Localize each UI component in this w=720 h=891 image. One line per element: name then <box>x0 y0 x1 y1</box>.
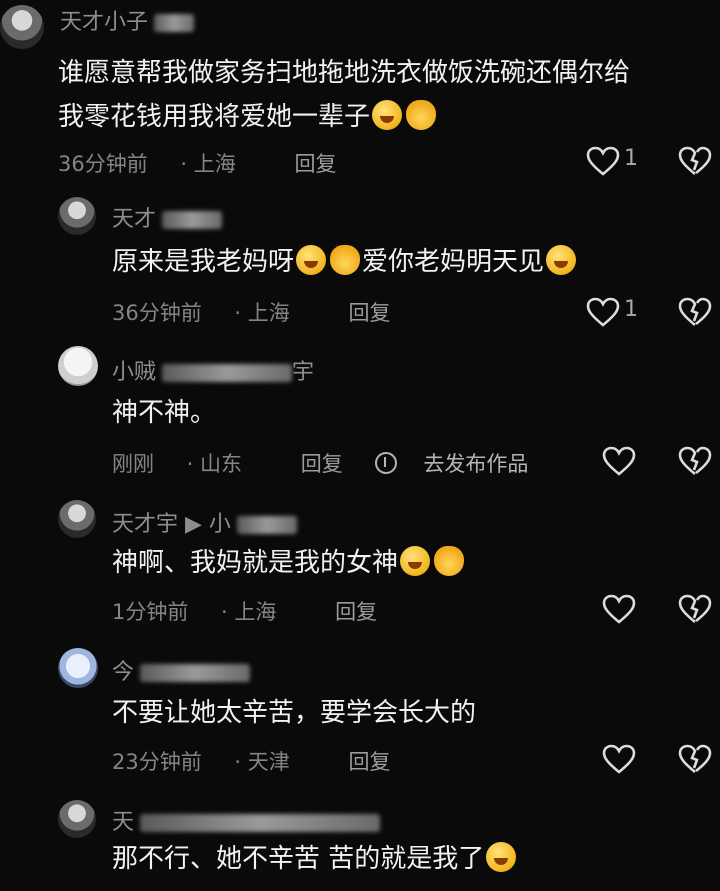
ok-hand-emoji <box>434 546 465 576</box>
comment-text: 不要让她太辛苦，要学会长大的 <box>112 698 477 728</box>
comment-item: 天 那不行、她不辛苦 苦的就是我了 <box>0 792 720 891</box>
avatar[interactable] <box>58 500 96 538</box>
like-button[interactable] <box>602 594 636 624</box>
broken-heart-icon <box>678 744 712 774</box>
heart-icon <box>602 594 636 624</box>
like-count: 1 <box>624 297 638 322</box>
comment-author[interactable]: 天才宇 ▶ 小 <box>112 506 297 538</box>
comment-text-line2: 我零花钱用我将爱她一辈子 <box>58 94 438 140</box>
ok-hand-emoji <box>406 100 437 130</box>
grin-emoji <box>486 842 517 872</box>
dislike-button[interactable] <box>678 594 712 624</box>
redacted-name <box>162 364 293 382</box>
comment-author[interactable]: 天 <box>112 804 381 836</box>
reply-button[interactable]: 回复 <box>301 452 343 476</box>
redacted-name <box>236 516 297 534</box>
grin-emoji <box>296 245 327 275</box>
grin-emoji <box>372 100 403 130</box>
wink-emoji <box>400 546 431 576</box>
like-button[interactable] <box>602 446 636 476</box>
redacted-name <box>154 14 195 32</box>
comment-item: 天才小子 谁愿意帮我做家务扫地拖地洗衣做饭洗碗还偶尔给 我零花钱用我将爱她一辈子… <box>0 0 720 185</box>
dislike-button[interactable] <box>678 446 712 476</box>
like-button[interactable] <box>586 146 620 176</box>
redacted-name <box>162 211 223 229</box>
comment-author[interactable]: 天才小子 <box>60 4 195 36</box>
comment-text: 谁愿意帮我做家务扫地拖地洗衣做饭洗碗还偶尔给 <box>58 58 631 88</box>
broken-heart-icon <box>678 446 712 476</box>
dislike-button[interactable] <box>678 744 712 774</box>
comment-meta: 23分钟前 · 天津 回复 <box>112 746 416 776</box>
comment-meta: 刚刚 · 山东 回复 去发布作品 <box>112 448 580 478</box>
comment-meta: 36分钟前 · 上海 回复 <box>58 148 362 178</box>
comment-author[interactable]: 天才 <box>112 201 223 233</box>
comment-item: 小贼宇 神不神。 刚刚 · 山东 回复 去发布作品 <box>0 340 720 490</box>
avatar[interactable] <box>58 648 98 688</box>
comment-text: 那不行、她不辛苦 苦的就是我了 <box>112 836 518 882</box>
like-button[interactable] <box>602 744 636 774</box>
comment-time: 刚刚 · 山东 <box>112 452 243 476</box>
broken-heart-icon <box>678 297 712 327</box>
comment-item: 天才宇 ▶ 小 神啊、我妈就是我的女神 1分钟前 · 上海 回复 <box>0 492 720 642</box>
comment-time: 1分钟前 · 上海 <box>112 600 277 624</box>
comment-time: 36分钟前 · 上海 <box>58 152 236 176</box>
reply-button[interactable]: 回复 <box>294 152 336 176</box>
comment-meta: 36分钟前 · 上海 回复 <box>112 297 416 327</box>
comment-text: 神啊、我妈就是我的女神 <box>112 540 466 586</box>
comment-item: 天才 原来是我老妈呀 爱你老妈明天见 36分钟前 · 上海 回复 1 <box>0 185 720 330</box>
publish-work-button[interactable]: 去发布作品 <box>375 452 554 476</box>
like-count: 1 <box>624 146 638 171</box>
reply-button[interactable]: 回复 <box>348 750 390 774</box>
comment-text: 神不神。 <box>112 398 217 428</box>
avatar[interactable] <box>58 346 98 386</box>
comment-time: 23分钟前 · 天津 <box>112 750 290 774</box>
comment-author[interactable]: 今 <box>112 654 251 686</box>
avatar[interactable] <box>0 5 44 49</box>
dislike-button[interactable] <box>678 297 712 327</box>
redacted-name <box>140 814 381 832</box>
comment-time: 36分钟前 · 上海 <box>112 301 290 325</box>
heart-icon <box>602 446 636 476</box>
broken-heart-icon <box>678 146 712 176</box>
comment-item: 今 不要让她太辛苦，要学会长大的 23分钟前 · 天津 回复 <box>0 642 720 792</box>
reply-button[interactable]: 回复 <box>348 301 390 325</box>
comment-text: 原来是我老妈呀 爱你老妈明天见 <box>112 239 578 285</box>
comment-author[interactable]: 小贼宇 <box>112 354 314 386</box>
dislike-button[interactable] <box>678 146 712 176</box>
heart-icon <box>586 297 620 327</box>
wink-emoji <box>546 245 577 275</box>
broken-heart-icon <box>678 594 712 624</box>
reply-button[interactable]: 回复 <box>335 600 377 624</box>
comment-meta: 1分钟前 · 上海 回复 <box>112 596 403 626</box>
ok-hand-emoji <box>330 245 361 275</box>
redacted-name <box>140 664 251 682</box>
heart-icon <box>586 146 620 176</box>
heart-icon <box>602 744 636 774</box>
avatar[interactable] <box>58 197 96 235</box>
publish-icon <box>375 452 398 474</box>
avatar[interactable] <box>58 800 96 838</box>
like-button[interactable] <box>586 297 620 327</box>
